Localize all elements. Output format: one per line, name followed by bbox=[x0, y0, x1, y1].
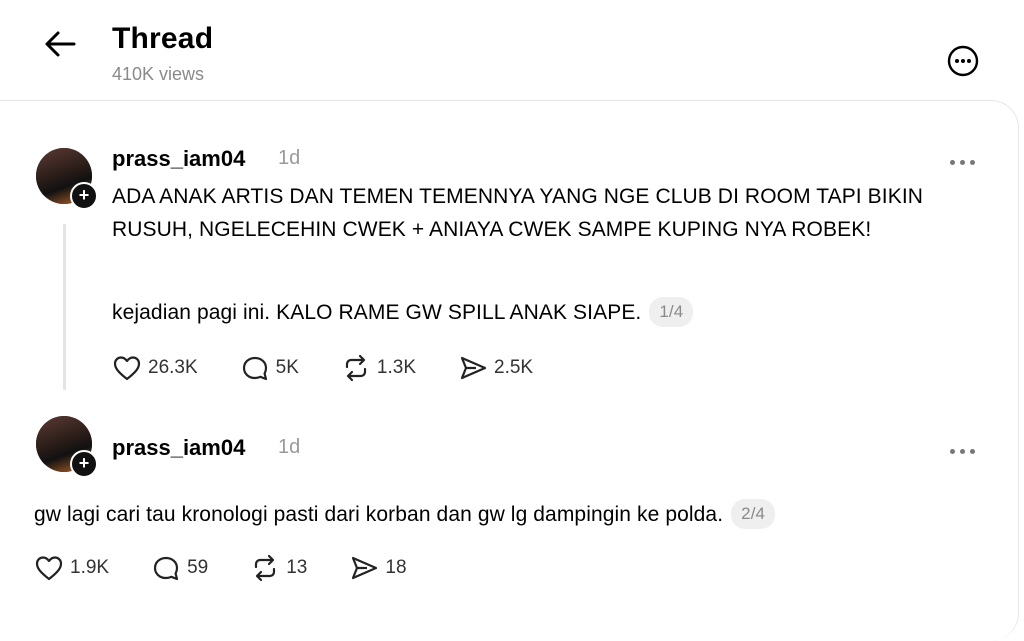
repost-button[interactable]: 1.3K bbox=[341, 354, 416, 382]
follow-button[interactable]: + bbox=[70, 182, 98, 210]
share-button[interactable]: 2.5K bbox=[458, 354, 533, 382]
back-button[interactable] bbox=[40, 26, 80, 62]
repost-icon bbox=[255, 554, 276, 582]
share-count: 18 bbox=[385, 557, 407, 578]
username[interactable]: prass_iam04 bbox=[112, 146, 245, 172]
post-text-2: gw lagi cari tau kronologi pasti dari ko… bbox=[34, 498, 974, 531]
thread-page-badge: 1/4 bbox=[649, 297, 694, 327]
reply-count: 59 bbox=[187, 557, 209, 578]
comment-icon bbox=[242, 356, 267, 381]
reply-button[interactable]: 59 bbox=[151, 554, 208, 582]
repost-icon bbox=[345, 354, 367, 382]
timestamp: 1d bbox=[278, 147, 301, 169]
thread-header: Thread 410K views bbox=[0, 0, 1024, 100]
post-menu-button[interactable] bbox=[950, 441, 984, 454]
like-button[interactable]: 26.3K bbox=[112, 354, 198, 382]
post-actions: 1.9K 59 13 18 bbox=[34, 554, 449, 582]
page-title: Thread bbox=[112, 22, 214, 55]
post-text-2: kejadian pagi ini. KALO RAME GW SPILL AN… bbox=[112, 296, 952, 329]
timestamp: 1d bbox=[278, 436, 301, 458]
reply-count: 5K bbox=[275, 357, 299, 378]
repost-count: 1.3K bbox=[376, 357, 416, 378]
post-text: ADA ANAK ARTIS DAN TEMEN TEMENNYA YANG N… bbox=[112, 185, 924, 241]
repost-button[interactable]: 13 bbox=[250, 554, 307, 582]
reply-button[interactable]: 5K bbox=[240, 354, 299, 382]
heart-icon bbox=[35, 556, 63, 581]
arrow-left-icon bbox=[45, 31, 76, 57]
share-count: 2.5K bbox=[494, 357, 534, 378]
repost-count: 13 bbox=[286, 557, 308, 578]
post-text-line: kejadian pagi ini. KALO RAME GW SPILL AN… bbox=[112, 301, 642, 324]
share-button[interactable]: 18 bbox=[349, 554, 407, 582]
comment-icon bbox=[153, 556, 179, 581]
username[interactable]: prass_iam04 bbox=[112, 435, 245, 461]
thread-page-badge: 2/4 bbox=[731, 499, 776, 529]
view-count: 410K views bbox=[112, 64, 205, 84]
follow-button[interactable]: + bbox=[70, 450, 98, 478]
avatar[interactable]: + bbox=[36, 148, 98, 210]
avatar[interactable]: + bbox=[36, 416, 98, 478]
more-circle-icon bbox=[947, 45, 979, 77]
thread-connector-line bbox=[63, 224, 66, 390]
send-icon bbox=[352, 556, 378, 580]
more-options-button[interactable] bbox=[946, 44, 980, 78]
like-button[interactable]: 1.9K bbox=[34, 554, 109, 582]
post-actions: 26.3K 5K 1.3K 2.5K bbox=[112, 354, 575, 382]
post-menu-button[interactable] bbox=[950, 152, 984, 165]
post-text-line: gw lagi cari tau kronologi pasti dari ko… bbox=[34, 503, 724, 526]
send-icon bbox=[460, 356, 487, 380]
like-count: 26.3K bbox=[148, 357, 198, 378]
heart-icon bbox=[113, 356, 141, 381]
like-count: 1.9K bbox=[70, 557, 110, 578]
